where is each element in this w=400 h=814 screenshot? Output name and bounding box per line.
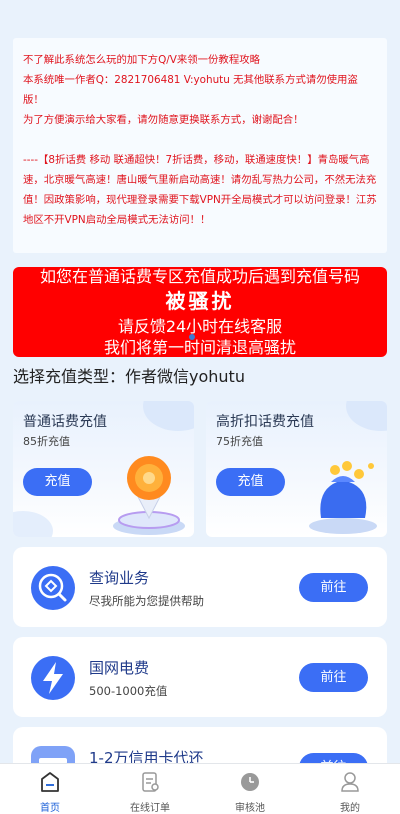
card-subtitle: 75折充值 [216,435,263,448]
recharge-button[interactable]: 充值 [216,468,285,496]
service-desc: 500-1000充值 [89,684,168,698]
search-icon [31,566,75,610]
card-normal-recharge[interactable]: 普通话费充值 85折充值 充值 [13,401,194,537]
service-desc: 尽我所能为您提供帮助 [89,594,204,608]
service-name: 国网电费 [89,659,150,677]
notice-panel: 不了解此系统怎么玩的加下方Q/V来领一份教程攻略 本系统唯一作者Q：282170… [13,38,387,253]
tab-label: 首页 [40,803,60,814]
home-icon [41,772,59,792]
gem-illustration-icon [113,456,185,535]
tab-label: 在线订单 [130,803,170,814]
bottom-tab-bar: 首页 在线订单 审核池 我的 [0,763,400,814]
lightning-icon [31,656,75,700]
notice-line-1: 不了解此系统怎么玩的加下方Q/V来领一份教程攻略 [23,54,260,66]
user-icon [341,772,359,792]
banner-line-1: 如您在普通话费专区充值成功后遇到充值号码 [39,267,360,286]
banner-line-3: 请反馈24小时在线客服 [117,317,283,336]
tab-label: 我的 [340,803,360,814]
carousel-dot [189,334,195,340]
tab-mine[interactable]: 我的 [300,764,400,814]
banner-line-4: 我们将第一时间清退高骚扰 [103,338,296,357]
tab-home[interactable]: 首页 [0,764,100,814]
go-button[interactable]: 前往 [299,573,368,602]
service-electricity[interactable]: 国网电费 500-1000充值 前往 [13,637,387,717]
card-subtitle: 85折充值 [23,435,70,448]
service-name: 查询业务 [89,569,150,587]
notice-line-3: 为了方便演示给大家看，请勿随意更换联系方式，谢谢配合！ [23,114,304,126]
service-query[interactable]: 查询业务 尽我所能为您提供帮助 前往 [13,547,387,627]
tab-review-pool[interactable]: 审核池 [200,764,300,814]
money-bag-illustration-icon [309,461,377,534]
notice-line-4: ----【8折话费 移动 联通超快！7折话费，移动，联通速度快！】青岛暖气高速，… [23,154,377,226]
recharge-button[interactable]: 充值 [23,468,92,496]
tab-label: 审核池 [235,803,265,814]
clock-icon [241,773,259,791]
banner-line-2: 被骚扰 [165,289,235,313]
go-button[interactable]: 前往 [299,663,368,692]
card-title: 普通话费充值 [23,414,107,430]
section-title: 选择充值类型：作者微信yohutu [13,367,245,386]
notice-line-2: 本系统唯一作者Q：2821706481 V:yohutu 无其他联系方式请勿使用… [23,74,358,106]
tab-orders[interactable]: 在线订单 [100,764,200,814]
card-discount-recharge[interactable]: 高折扣话费充值 75折充值 充值 [206,401,387,537]
order-icon [142,772,159,792]
card-title: 高折扣话费充值 [216,414,314,430]
warning-banner: 如您在普通话费专区充值成功后遇到充值号码 被骚扰 请反馈24小时在线客服 我们将… [13,267,387,357]
